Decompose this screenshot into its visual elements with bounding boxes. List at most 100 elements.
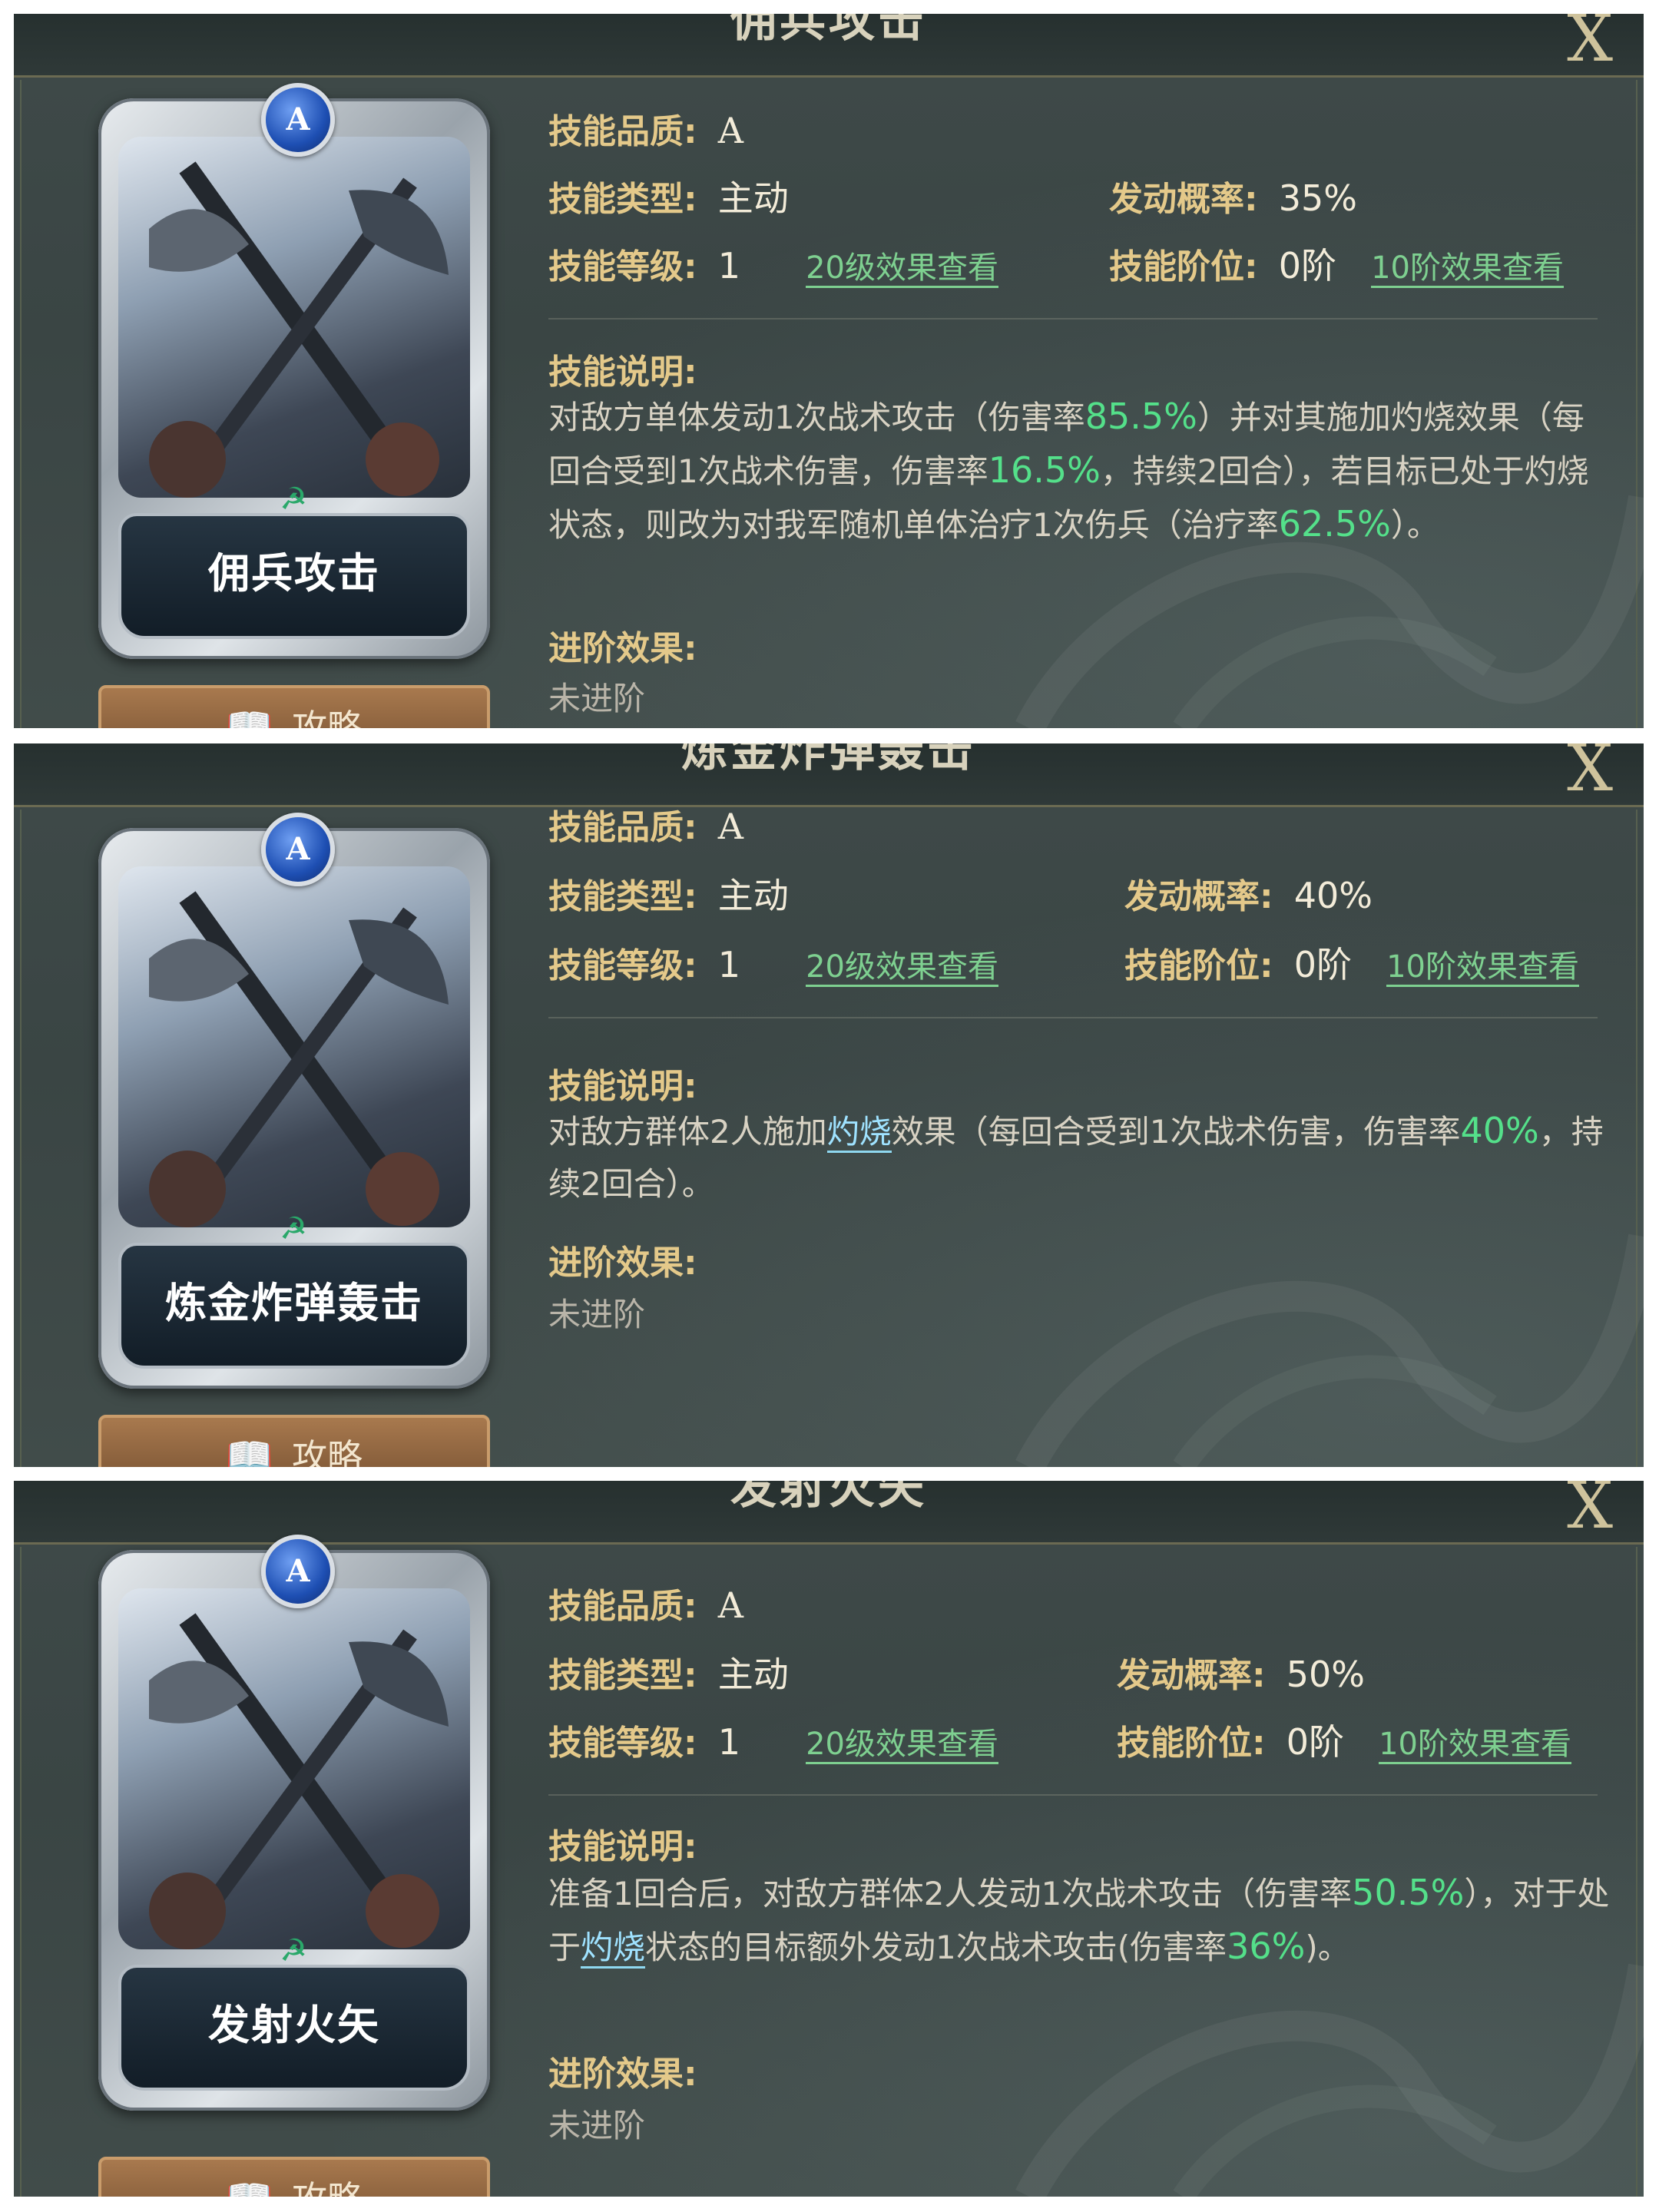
book-icon: 📖 bbox=[225, 704, 274, 728]
advance-value: 未进阶 bbox=[548, 1296, 646, 1333]
skill-panel: 发射火矢 X A ☭ 发射火矢 📖攻略 技能品质: A 技 bbox=[14, 1481, 1644, 2197]
book-icon: 📖 bbox=[225, 1434, 274, 1467]
rate-label: 发动概率: bbox=[1109, 180, 1258, 219]
type-row: 技能类型: 主动 bbox=[548, 175, 789, 221]
guide-label: 攻略 bbox=[292, 707, 363, 728]
skill-description: 对敌方单体发动1次战术攻击（伤害率85.5%）并对其施加灼烧效果（每回合受到1次… bbox=[548, 390, 1613, 551]
tier-effect-link[interactable]: 10阶效果查看 bbox=[1371, 250, 1564, 288]
tier-effect-link[interactable]: 10阶效果查看 bbox=[1379, 1727, 1571, 1764]
type-row: 技能类型: 主动 bbox=[548, 1651, 789, 1697]
level-effect-link[interactable]: 20级效果查看 bbox=[806, 250, 998, 288]
guide-label: 攻略 bbox=[292, 2178, 363, 2197]
description-text: )。 bbox=[1305, 1929, 1350, 1966]
crossed-axes-icon bbox=[149, 1613, 449, 1949]
card-name: 炼金炸弹轰击 bbox=[118, 1243, 470, 1369]
divider bbox=[548, 1017, 1598, 1018]
card-name: 佣兵攻击 bbox=[118, 513, 470, 639]
skill-info: 技能品质: A 技能类型: 主动 发动概率: 40% 技能等级: 1 20级效果… bbox=[548, 743, 1613, 1467]
rate-label: 发动概率: bbox=[1124, 877, 1273, 916]
quality-value: A bbox=[717, 110, 743, 151]
guide-label: 攻略 bbox=[292, 1436, 363, 1467]
book-icon: 📖 bbox=[226, 2176, 273, 2197]
divider bbox=[548, 318, 1598, 320]
type-value: 主动 bbox=[717, 177, 789, 219]
level-label: 技能等级: bbox=[548, 1724, 697, 1763]
skill-card[interactable]: A ☭ 佣兵攻击 bbox=[98, 83, 490, 659]
description-label: 技能说明: bbox=[548, 1827, 697, 1866]
quality-value: A bbox=[717, 806, 743, 847]
advance-value: 未进阶 bbox=[548, 2107, 646, 2144]
rate-label: 发动概率: bbox=[1117, 1656, 1266, 1695]
rate-value: 40% bbox=[1293, 875, 1373, 916]
quality-label: 技能品质: bbox=[548, 112, 697, 151]
faction-emblem-icon: ☭ bbox=[280, 482, 307, 517]
rate-row: 发动概率: 35% bbox=[1109, 175, 1357, 221]
skill-description: 准备1回合后，对敌方群体2人发动1次战术攻击（伤害率50.5%），对于处于灼烧状… bbox=[548, 1866, 1613, 1974]
status-keyword-link[interactable]: 灼烧 bbox=[581, 1929, 646, 1969]
guide-button[interactable]: 📖 攻略 bbox=[98, 685, 490, 728]
quality-value: A bbox=[717, 1584, 743, 1626]
skill-card[interactable]: A ☭ 炼金炸弹轰击 bbox=[98, 813, 490, 1389]
faction-emblem-icon: ☭ bbox=[280, 1933, 307, 1969]
damage-rate-value: 36% bbox=[1227, 1926, 1306, 1967]
tier-value: 0阶 bbox=[1286, 1721, 1344, 1763]
crossed-axes-icon bbox=[149, 161, 449, 498]
level-row: 技能等级: 1 20级效果查看 bbox=[548, 942, 998, 988]
description-text: 状态的目标额外发动1次战术攻击(伤害率 bbox=[645, 1929, 1227, 1966]
quality-label: 技能品质: bbox=[548, 1587, 697, 1626]
description-text: ）。 bbox=[1390, 506, 1439, 544]
skill-card[interactable]: A ☭ 发射火矢 bbox=[98, 1535, 490, 2111]
quality-gem-icon: A bbox=[261, 83, 335, 157]
damage-rate-value: 62.5% bbox=[1278, 503, 1391, 545]
advance-label: 进阶效果: bbox=[548, 2055, 697, 2094]
tier-value: 0阶 bbox=[1293, 944, 1352, 985]
type-row: 技能类型: 主动 bbox=[548, 873, 789, 919]
damage-rate-value: 85.5% bbox=[1084, 396, 1197, 437]
rate-row: 发动概率: 50% bbox=[1117, 1651, 1365, 1697]
tier-row: 技能阶位: 0阶 10阶效果查看 bbox=[1124, 942, 1579, 988]
skill-art-image bbox=[118, 137, 470, 498]
damage-rate-value: 50.5% bbox=[1352, 1872, 1465, 1913]
guide-button[interactable]: 📖 攻略 bbox=[98, 1415, 490, 1467]
status-keyword-link[interactable]: 灼烧 bbox=[826, 1113, 892, 1153]
level-effect-link[interactable]: 20级效果查看 bbox=[806, 949, 998, 987]
tier-row: 技能阶位: 0阶 10阶效果查看 bbox=[1117, 1719, 1571, 1765]
quality-gem-icon: A bbox=[261, 1535, 335, 1608]
description-text: 准备1回合后，对敌方群体2人发动1次战术攻击（伤害率 bbox=[548, 1875, 1353, 1912]
description-text: 效果（每回合受到1次战术伤害，伤害率 bbox=[891, 1113, 1461, 1151]
level-label: 技能等级: bbox=[548, 946, 697, 985]
quality-row: 技能品质: A bbox=[548, 1582, 743, 1628]
type-label: 技能类型: bbox=[548, 1656, 697, 1695]
type-label: 技能类型: bbox=[548, 877, 697, 916]
skill-art-image bbox=[118, 1588, 470, 1949]
description-label: 技能说明: bbox=[548, 1067, 697, 1106]
skill-info: 技能品质: A 技能类型: 主动 发动概率: 35% 技能等级: 1 20级效果… bbox=[548, 14, 1613, 728]
quality-label: 技能品质: bbox=[548, 808, 697, 847]
level-row: 技能等级: 1 20级效果查看 bbox=[548, 243, 998, 289]
advance-value: 未进阶 bbox=[548, 680, 646, 717]
level-effect-link[interactable]: 20级效果查看 bbox=[806, 1727, 998, 1764]
divider bbox=[548, 1794, 1598, 1796]
level-row: 技能等级: 1 20级效果查看 bbox=[548, 1719, 998, 1765]
quality-row: 技能品质: A bbox=[548, 803, 743, 849]
tier-effect-link[interactable]: 10阶效果查看 bbox=[1386, 949, 1579, 987]
description-label: 技能说明: bbox=[548, 353, 697, 392]
quality-row: 技能品质: A bbox=[548, 108, 743, 154]
skill-info: 技能品质: A 技能类型: 主动 发动概率: 50% 技能等级: 1 20级效果… bbox=[548, 1481, 1613, 2197]
level-value: 1 bbox=[717, 944, 740, 985]
damage-rate-value: 16.5% bbox=[988, 449, 1101, 491]
description-text: 对敌方单体发动1次战术攻击（伤害率 bbox=[548, 399, 1085, 436]
type-label: 技能类型: bbox=[548, 180, 697, 219]
level-value: 1 bbox=[717, 1721, 740, 1763]
rate-value: 50% bbox=[1286, 1654, 1365, 1695]
level-value: 1 bbox=[717, 245, 740, 286]
card-name: 发射火矢 bbox=[118, 1965, 470, 2091]
guide-button[interactable]: 📖 攻略 bbox=[98, 2157, 490, 2197]
advance-label: 进阶效果: bbox=[548, 629, 697, 668]
type-value: 主动 bbox=[717, 1654, 789, 1695]
tier-value: 0阶 bbox=[1278, 245, 1336, 286]
level-label: 技能等级: bbox=[548, 247, 697, 286]
rate-row: 发动概率: 40% bbox=[1124, 873, 1373, 919]
faction-emblem-icon: ☭ bbox=[280, 1211, 307, 1247]
rate-value: 35% bbox=[1278, 177, 1357, 219]
